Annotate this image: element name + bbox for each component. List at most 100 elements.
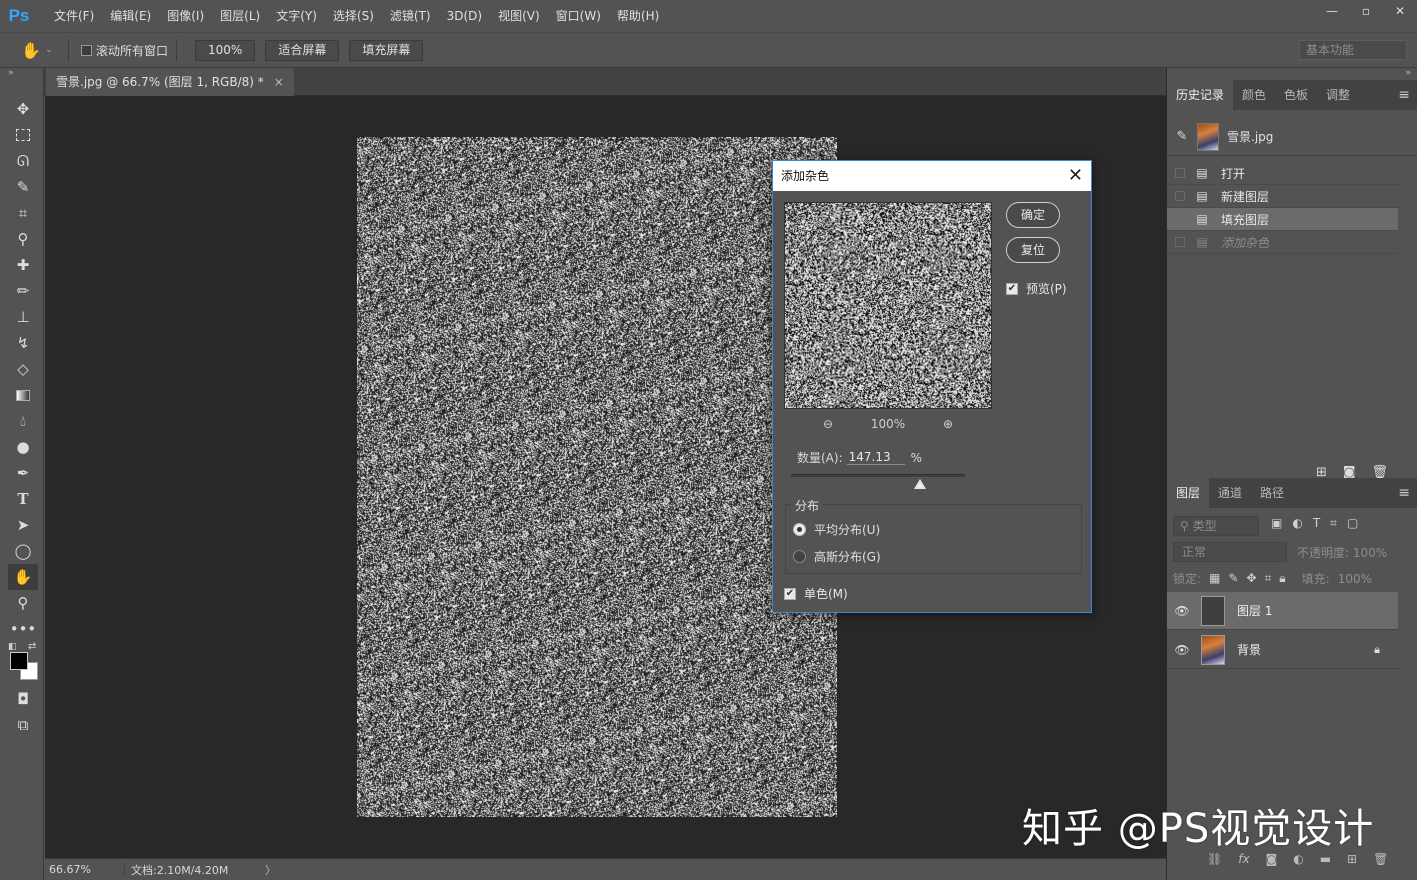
close-window-button[interactable]: ✕ [1383, 0, 1417, 22]
preview-checkbox-row[interactable]: ✔ 预览(P) [1006, 280, 1067, 297]
delete-layer-icon[interactable]: 🗑︎ [1373, 852, 1388, 866]
move-tool-icon[interactable]: ✥ [8, 96, 38, 122]
lock-position-icon[interactable]: ✥ [1246, 571, 1256, 586]
close-tab-icon[interactable]: × [274, 68, 284, 96]
quick-mask-icon[interactable]: ◘ [8, 686, 38, 712]
menu-3d[interactable]: 3D(D) [439, 0, 490, 32]
dialog-close-icon[interactable]: ✕ [1068, 161, 1083, 191]
hand-tool-preset-icon[interactable]: ✋ ⌄ [14, 36, 60, 64]
uniform-radio[interactable] [793, 523, 806, 536]
type-filter-icon[interactable]: T [1313, 516, 1320, 531]
opacity-control[interactable]: 不透明度: 100% [1297, 544, 1387, 561]
zoom-100-button[interactable]: 100% [195, 39, 256, 61]
blur-tool-icon[interactable]: 💧︎ [8, 408, 38, 434]
tab-channels[interactable]: 通道 [1209, 478, 1251, 508]
photoshop-logo[interactable]: Ps [0, 0, 38, 32]
lock-image-icon[interactable]: ✎ [1228, 571, 1238, 586]
pixel-filter-icon[interactable]: ▣ [1271, 516, 1282, 531]
adjustment-layer-icon[interactable]: ◐ [1293, 852, 1303, 866]
tab-paths[interactable]: 路径 [1251, 478, 1293, 508]
new-group-icon[interactable]: ▬ [1320, 852, 1331, 866]
swap-colors-icon[interactable]: ⇄ [28, 641, 36, 652]
blend-mode-select[interactable]: 正常 [1173, 542, 1287, 562]
layer-filter-select[interactable]: ⚲ 类型 [1173, 516, 1259, 536]
history-item[interactable]: ▤ 添加杂色 [1167, 231, 1398, 254]
history-source-box[interactable] [1175, 168, 1185, 178]
lock-artboard-icon[interactable]: ⌗ [1265, 571, 1272, 586]
status-zoom[interactable]: 66.67% [45, 863, 125, 876]
ok-button[interactable]: 确定 [1006, 202, 1060, 228]
scroll-all-checkbox[interactable] [81, 44, 92, 56]
amount-input[interactable]: 147.13 [846, 450, 905, 465]
fill-value[interactable]: 100% [1338, 572, 1372, 586]
zoom-tool-icon[interactable]: ⚲ [8, 590, 38, 616]
document-canvas[interactable] [357, 137, 837, 817]
menu-window[interactable]: 窗口(W) [548, 0, 609, 32]
lasso-tool-icon[interactable]: ᘏ [8, 148, 38, 174]
menu-view[interactable]: 视图(V) [490, 0, 548, 32]
zoom-out-icon[interactable]: ⊖ [823, 417, 833, 431]
hand-tool-icon[interactable]: ✋ [8, 564, 38, 590]
more-tools-icon[interactable]: ••• [8, 616, 38, 642]
menu-filter[interactable]: 滤镜(T) [382, 0, 439, 32]
tab-history[interactable]: 历史记录 [1167, 80, 1234, 110]
history-source-box[interactable] [1175, 191, 1185, 201]
gaussian-option[interactable]: 高斯分布(G) [793, 548, 881, 565]
dodge-tool-icon[interactable]: ● [8, 434, 38, 460]
gradient-tool-icon[interactable] [8, 382, 38, 408]
eyedropper-tool-icon[interactable]: ⚲ [8, 226, 38, 252]
visibility-eye-icon[interactable]: 👁︎ [1167, 643, 1197, 657]
eraser-tool-icon[interactable]: ◇ [8, 356, 38, 382]
lock-all-icon[interactable]: 🔒︎ [1279, 571, 1285, 586]
brush-tool-icon[interactable]: ✏ [8, 278, 38, 304]
visibility-eye-icon[interactable]: 👁︎ [1167, 604, 1197, 618]
smart-object-filter-icon[interactable]: ▢ [1347, 516, 1358, 531]
filter-preview[interactable] [784, 202, 992, 409]
crop-tool-icon[interactable]: ⌗ [8, 200, 38, 226]
foreground-color[interactable] [10, 652, 28, 670]
history-item[interactable]: ▤ 填充图层 [1167, 208, 1398, 231]
monochromatic-checkbox-row[interactable]: ✔ 单色(M) [784, 585, 848, 602]
adjustment-filter-icon[interactable]: ◐ [1292, 516, 1302, 531]
layer-row[interactable]: 👁︎ 图层 1 [1167, 592, 1398, 630]
clone-stamp-tool-icon[interactable]: ⊥ [8, 304, 38, 330]
layer-lock-icon[interactable]: 🔒︎ [1374, 643, 1380, 657]
fit-screen-button[interactable]: 适合屏幕 [265, 39, 340, 61]
tab-adjustments[interactable]: 调整 [1317, 80, 1359, 110]
menu-image[interactable]: 图像(I) [159, 0, 212, 32]
collapse-icon[interactable]: » [0, 68, 43, 80]
restore-button[interactable]: ▫ [1349, 0, 1383, 22]
dock-collapse-icon[interactable]: » [1167, 68, 1417, 80]
gaussian-radio[interactable] [793, 550, 806, 563]
reset-button[interactable]: 复位 [1006, 237, 1060, 263]
lock-transparent-icon[interactable]: ▦ [1209, 571, 1220, 586]
type-tool-icon[interactable]: T [8, 486, 38, 512]
dialog-titlebar[interactable]: 添加杂色 ✕ [773, 161, 1091, 191]
preview-checkbox[interactable]: ✔ [1006, 282, 1018, 295]
healing-brush-tool-icon[interactable]: ✚ [8, 252, 38, 278]
color-swatches[interactable]: ◧ ⇄ [4, 641, 44, 686]
history-source-box[interactable] [1175, 237, 1185, 247]
quick-select-tool-icon[interactable]: ✎ [8, 174, 38, 200]
panel-menu-icon[interactable]: ≡ [1398, 478, 1410, 508]
menu-file[interactable]: 文件(F) [46, 0, 102, 32]
tab-swatches[interactable]: 色板 [1275, 80, 1317, 110]
menu-select[interactable]: 选择(S) [325, 0, 382, 32]
ellipse-tool-icon[interactable]: ◯ [8, 538, 38, 564]
menu-type[interactable]: 文字(Y) [268, 0, 325, 32]
uniform-option[interactable]: 平均分布(U) [793, 521, 880, 538]
history-brush-tool-icon[interactable]: ↯ [8, 330, 38, 356]
shape-filter-icon[interactable]: ⌗ [1330, 516, 1337, 531]
history-snapshot[interactable]: ✎ 雪景.jpg [1167, 118, 1417, 156]
history-item[interactable]: ▤ 新建图层 [1167, 185, 1398, 208]
menu-layer[interactable]: 图层(L) [212, 0, 268, 32]
add-mask-icon[interactable]: ◙ [1266, 852, 1278, 866]
fx-icon[interactable]: fx [1238, 852, 1249, 866]
history-brush-source-icon[interactable]: ✎ [1171, 129, 1193, 144]
marquee-tool-icon[interactable] [8, 122, 38, 148]
pen-tool-icon[interactable]: ✒ [8, 460, 38, 486]
monochromatic-checkbox[interactable]: ✔ [784, 587, 796, 600]
history-item[interactable]: ▤ 打开 [1167, 162, 1398, 185]
scroll-all-windows-option[interactable]: 滚动所有窗口 [81, 42, 168, 59]
default-colors-icon[interactable]: ◧ [8, 642, 17, 652]
